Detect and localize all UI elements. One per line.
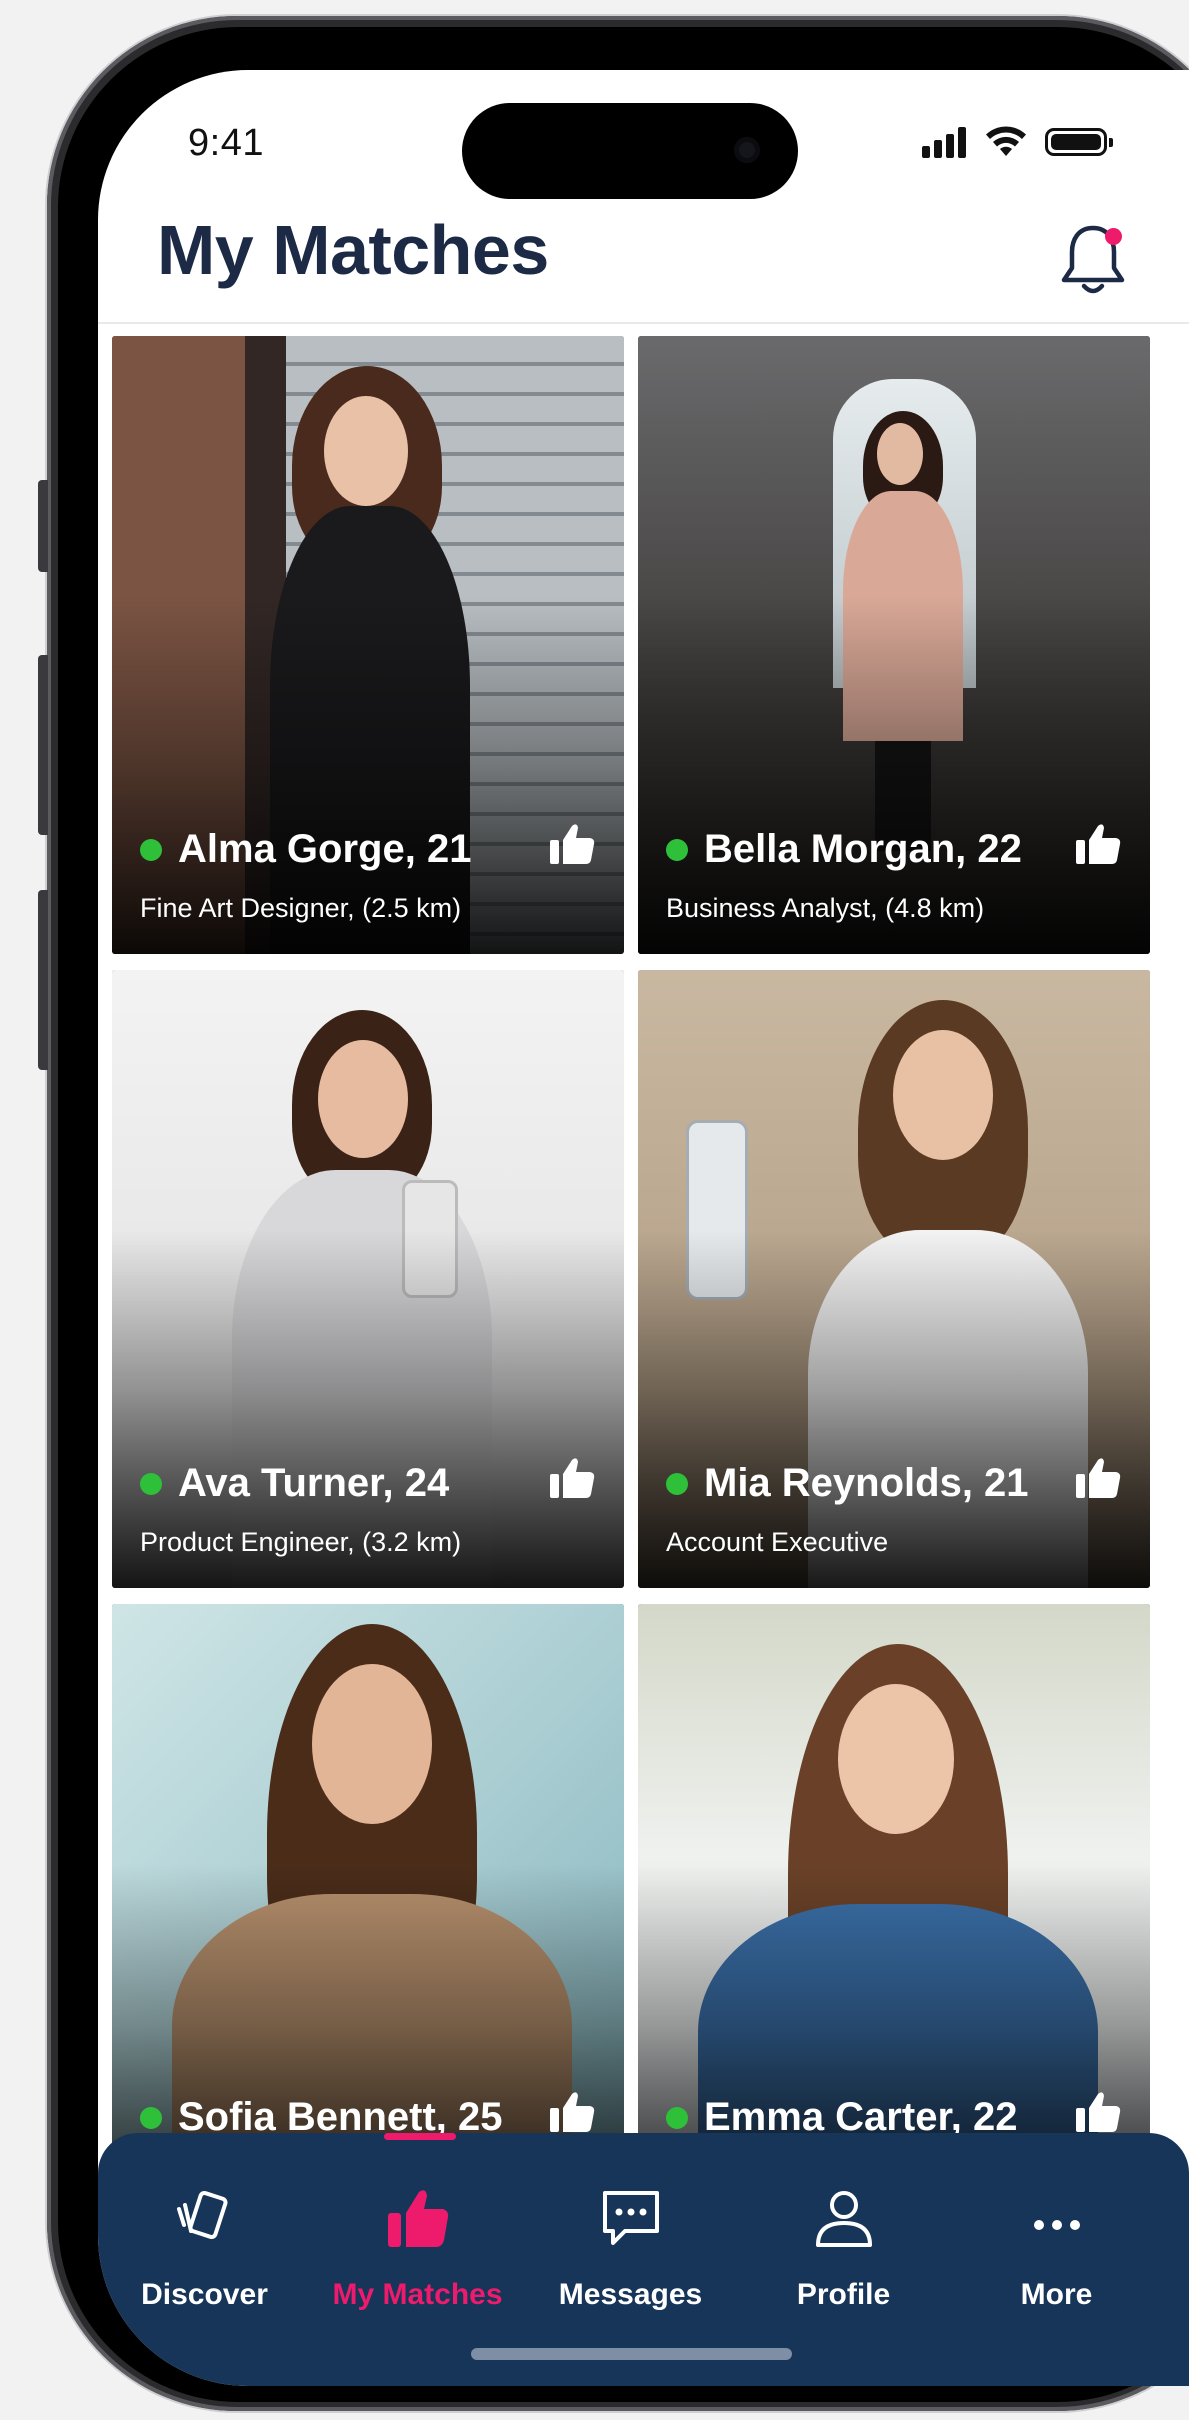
online-status-dot: [140, 838, 162, 861]
battery-icon: [1045, 128, 1113, 156]
match-occupation: Account Executive: [666, 1527, 889, 1557]
home-indicator[interactable]: [471, 2348, 792, 2360]
tab-label: Profile: [796, 2278, 891, 2311]
match-name: Bella Morgan, 22: [704, 827, 1022, 871]
person-icon: [815, 2191, 872, 2247]
match-name: Alma Gorge, 21: [178, 827, 472, 871]
phone-volume-down: [38, 890, 48, 1070]
online-status-dot: [666, 2106, 688, 2129]
status-icons: [922, 122, 1122, 162]
tab-label: Discover: [141, 2278, 268, 2311]
match-name-row: Mia Reynolds, 21: [666, 1461, 1029, 1506]
match-name-row: Bella Morgan, 22: [666, 827, 1022, 872]
tab-label: Messages: [558, 2278, 703, 2311]
match-occupation: Product Engineer, (3.2 km): [140, 1527, 462, 1557]
match-name: Mia Reynolds, 21: [704, 1461, 1029, 1505]
match-card[interactable]: Ava Turner, 24 Product Engineer, (3.2 km…: [112, 970, 624, 1588]
match-occupation: Business Analyst, (4.8 km): [666, 893, 985, 923]
thumbs-up-icon[interactable]: [1074, 2090, 1122, 2134]
dynamic-island: [462, 103, 798, 199]
phone-volume-up: [38, 655, 48, 835]
notification-badge: [1105, 228, 1122, 245]
match-card[interactable]: Bella Morgan, 22 Business Analyst, (4.8 …: [638, 336, 1150, 954]
active-tab-indicator: [384, 2133, 456, 2140]
online-status-dot: [666, 1472, 688, 1495]
match-card[interactable]: Emma Carter, 22: [638, 1604, 1150, 2222]
chat-icon: [602, 2191, 659, 2245]
thumbs-up-icon: [387, 2190, 448, 2247]
match-card[interactable]: Sofia Bennett, 25: [112, 1604, 624, 2222]
thumbs-up-icon[interactable]: [548, 1456, 596, 1500]
match-name-row: Alma Gorge, 21: [140, 827, 471, 872]
page-title: My Matches: [157, 211, 549, 289]
thumbs-up-icon[interactable]: [1074, 822, 1122, 866]
match-occupation: Fine Art Designer, (2.5 km): [140, 893, 462, 923]
tab-profile[interactable]: Profile: [737, 2133, 950, 2333]
cards-icon: [176, 2191, 228, 2239]
cellular-signal-icon: [922, 127, 966, 158]
app-screen: 9:41 My Matches Alma Gorge, 21 Fine Art …: [98, 70, 1189, 2386]
tab-label: More: [1020, 2278, 1093, 2311]
camera-lens: [734, 137, 760, 163]
tab-messages[interactable]: Messages: [524, 2133, 737, 2333]
thumbs-up-icon[interactable]: [548, 2090, 596, 2134]
status-time: 9:41: [188, 122, 264, 164]
header-divider: [98, 322, 1189, 324]
more-icon: [1033, 2220, 1080, 2230]
match-card[interactable]: Alma Gorge, 21 Fine Art Designer, (2.5 k…: [112, 336, 624, 954]
match-name: Ava Turner, 24: [178, 1461, 450, 1505]
tab-my-matches[interactable]: My Matches: [311, 2133, 524, 2333]
tab-discover[interactable]: Discover: [98, 2133, 311, 2333]
phone-silent-switch: [38, 480, 48, 572]
thumbs-up-icon[interactable]: [548, 822, 596, 866]
thumbs-up-icon[interactable]: [1074, 1456, 1122, 1500]
online-status-dot: [666, 838, 688, 861]
online-status-dot: [140, 1472, 162, 1495]
match-card[interactable]: Mia Reynolds, 21 Account Executive: [638, 970, 1150, 1588]
tab-more[interactable]: More: [950, 2133, 1163, 2333]
tab-label: My Matches: [332, 2278, 503, 2311]
wifi-icon: [986, 126, 1026, 156]
match-name-row: Ava Turner, 24: [140, 1461, 449, 1506]
online-status-dot: [140, 2106, 162, 2129]
